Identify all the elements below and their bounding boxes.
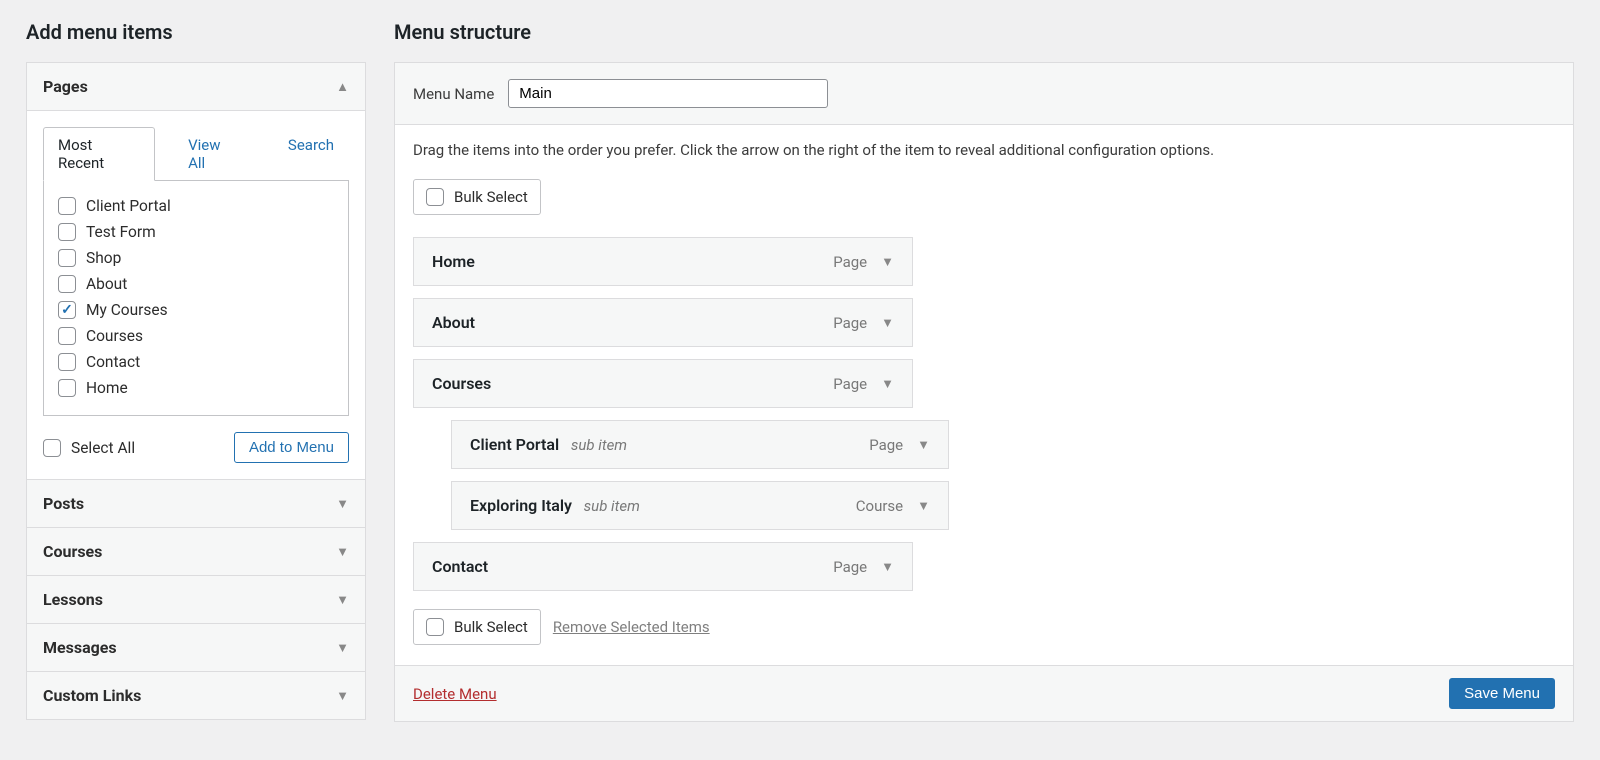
pages-panel: Most Recent View All Search Client Porta… (27, 110, 365, 479)
menu-structure-heading: Menu structure (394, 20, 1574, 44)
menu-name-label: Menu Name (413, 85, 494, 103)
chevron-down-icon: ▼ (336, 640, 349, 656)
menu-item-type: Page (833, 253, 867, 271)
page-label: Test Form (86, 223, 156, 241)
menu-item[interactable]: Home Page ▼ (413, 237, 913, 286)
page-row[interactable]: Contact (58, 349, 334, 375)
add-items-heading: Add menu items (26, 20, 366, 44)
page-row[interactable]: About (58, 271, 334, 297)
sub-item-badge: sub item (571, 436, 627, 454)
menu-item-title: Contact (432, 557, 488, 576)
page-row[interactable]: Shop (58, 245, 334, 271)
sub-item-badge: sub item (584, 497, 640, 515)
chevron-down-icon[interactable]: ▼ (917, 437, 930, 453)
add-to-menu-button[interactable]: Add to Menu (234, 432, 349, 463)
checkbox[interactable] (58, 249, 76, 267)
menu-item[interactable]: About Page ▼ (413, 298, 913, 347)
page-label: Client Portal (86, 197, 171, 215)
page-row[interactable]: Home (58, 375, 334, 401)
menu-item[interactable]: Courses Page ▼ (413, 359, 913, 408)
chevron-down-icon[interactable]: ▼ (881, 376, 894, 392)
pages-list: Client Portal Test Form Shop About My Co… (43, 180, 349, 416)
menu-item-sub[interactable]: Client Portal sub item Page ▼ (451, 420, 949, 469)
chevron-up-icon: ▲ (336, 79, 349, 95)
checkbox[interactable] (58, 275, 76, 293)
chevron-down-icon: ▼ (336, 544, 349, 560)
chevron-down-icon[interactable]: ▼ (881, 254, 894, 270)
page-row[interactable]: Client Portal (58, 193, 334, 219)
tab-search[interactable]: Search (273, 127, 349, 181)
menu-item-title: Courses (432, 374, 491, 393)
accordion-section-posts[interactable]: Posts ▼ (27, 479, 365, 527)
menu-items-list: Home Page ▼ About Page ▼ (413, 237, 1555, 591)
accordion-label: Posts (43, 494, 84, 513)
menu-item-type: Page (833, 314, 867, 332)
select-all-label: Select All (71, 439, 135, 457)
checkbox[interactable] (426, 618, 444, 636)
checkbox[interactable] (58, 353, 76, 371)
chevron-down-icon: ▼ (336, 592, 349, 608)
page-label: Courses (86, 327, 143, 345)
menu-item[interactable]: Contact Page ▼ (413, 542, 913, 591)
accordion-section-lessons[interactable]: Lessons ▼ (27, 575, 365, 623)
page-row[interactable]: My Courses (58, 297, 334, 323)
menu-item-type: Course (856, 497, 903, 515)
remove-selected-link[interactable]: Remove Selected Items (553, 618, 710, 636)
pages-tabs: Most Recent View All Search (43, 127, 349, 181)
accordion-label: Lessons (43, 590, 103, 609)
bulk-select-bottom[interactable]: Bulk Select (413, 609, 541, 645)
page-row[interactable]: Courses (58, 323, 334, 349)
drag-hint: Drag the items into the order you prefer… (413, 141, 1555, 159)
checkbox[interactable] (426, 188, 444, 206)
add-items-accordion: Pages ▲ Most Recent View All Search Clie… (26, 62, 366, 720)
menu-name-row: Menu Name (395, 63, 1573, 125)
select-all-row[interactable]: Select All (43, 435, 135, 461)
save-menu-button[interactable]: Save Menu (1449, 678, 1555, 709)
accordion-section-messages[interactable]: Messages ▼ (27, 623, 365, 671)
chevron-down-icon: ▼ (336, 496, 349, 512)
checkbox[interactable] (58, 301, 76, 319)
chevron-down-icon: ▼ (336, 688, 349, 704)
accordion-section-custom-links[interactable]: Custom Links ▼ (27, 671, 365, 719)
menu-item-sub[interactable]: Exploring Italy sub item Course ▼ (451, 481, 949, 530)
page-label: About (86, 275, 127, 293)
menu-item-title: Home (432, 252, 475, 271)
page-label: Contact (86, 353, 140, 371)
tab-most-recent[interactable]: Most Recent (43, 127, 155, 181)
page-label: My Courses (86, 301, 168, 319)
chevron-down-icon[interactable]: ▼ (917, 498, 930, 514)
page-label: Home (86, 379, 128, 397)
menu-panel: Menu Name Drag the items into the order … (394, 62, 1574, 722)
accordion-section-courses[interactable]: Courses ▼ (27, 527, 365, 575)
checkbox[interactable] (58, 197, 76, 215)
menu-item-type: Page (833, 558, 867, 576)
checkbox[interactable] (58, 379, 76, 397)
accordion-label: Pages (43, 77, 88, 96)
menu-item-title: Exploring Italy (470, 496, 572, 515)
bulk-select-label: Bulk Select (454, 618, 528, 636)
checkbox[interactable] (58, 327, 76, 345)
menu-item-type: Page (833, 375, 867, 393)
menu-item-type: Page (869, 436, 903, 454)
page-label: Shop (86, 249, 121, 267)
delete-menu-link[interactable]: Delete Menu (413, 685, 497, 703)
chevron-down-icon[interactable]: ▼ (881, 315, 894, 331)
accordion-label: Courses (43, 542, 102, 561)
bulk-select-top[interactable]: Bulk Select (413, 179, 541, 215)
page-row[interactable]: Test Form (58, 219, 334, 245)
tab-view-all[interactable]: View All (173, 127, 255, 181)
accordion-label: Messages (43, 638, 117, 657)
bulk-select-label: Bulk Select (454, 188, 528, 206)
checkbox[interactable] (58, 223, 76, 241)
menu-item-title: Client Portal (470, 435, 559, 454)
accordion-label: Custom Links (43, 686, 141, 705)
accordion-section-pages[interactable]: Pages ▲ (27, 63, 365, 110)
checkbox[interactable] (43, 439, 61, 457)
menu-item-title: About (432, 313, 475, 332)
menu-name-input[interactable] (508, 79, 828, 108)
chevron-down-icon[interactable]: ▼ (881, 559, 894, 575)
